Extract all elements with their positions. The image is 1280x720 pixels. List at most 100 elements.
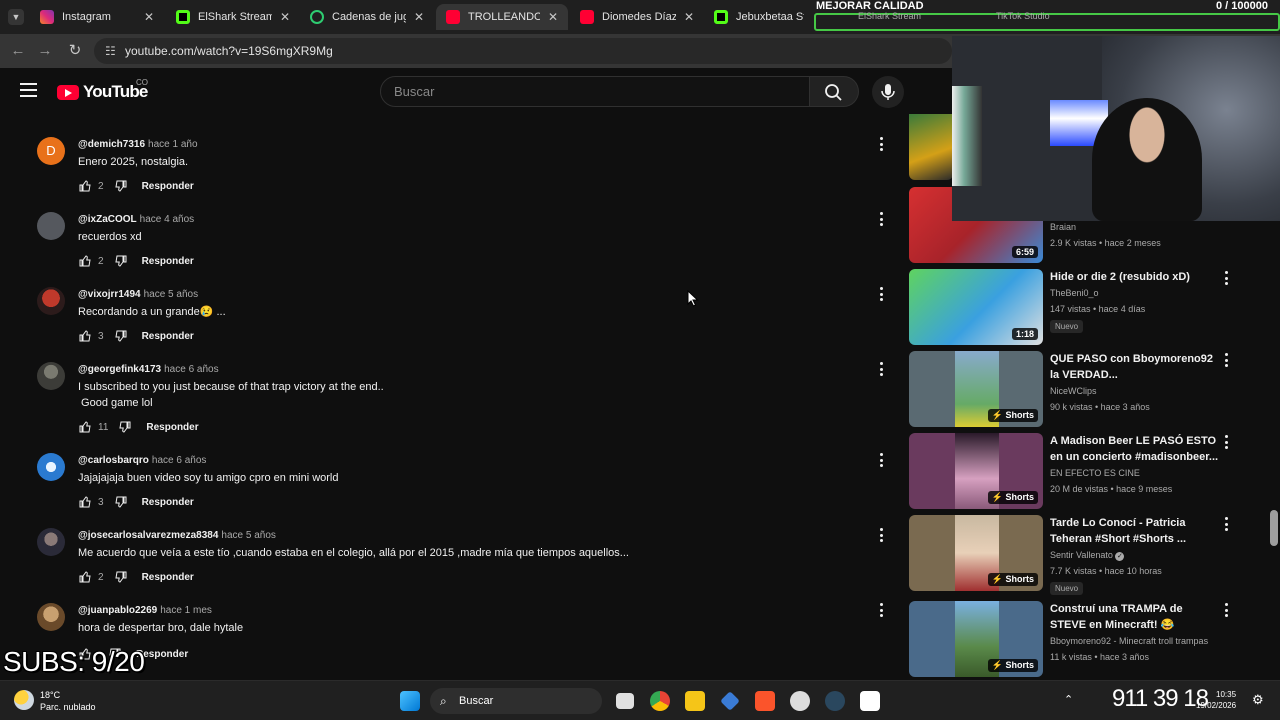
video-title[interactable]: A Madison Beer LE PASÓ ESTO en un concie…: [1050, 433, 1220, 465]
reload-icon[interactable]: ↻: [66, 42, 84, 60]
more-options-icon[interactable]: [1222, 435, 1230, 449]
search-button[interactable]: [810, 76, 859, 107]
more-options-icon[interactable]: [1222, 353, 1230, 367]
page-scrollbar[interactable]: [1270, 510, 1278, 546]
avatar[interactable]: [37, 287, 65, 315]
comment-time[interactable]: hace 5 años: [144, 289, 199, 300]
video-channel[interactable]: NiceWClips: [1050, 386, 1097, 396]
comment-handle[interactable]: @juanpablo2269: [78, 605, 157, 616]
reply-button[interactable]: Responder: [146, 422, 198, 433]
comment-handle[interactable]: @ixZaCOOL: [78, 214, 137, 225]
tab-cadenas[interactable]: Cadenas de jugad ✕: [300, 4, 434, 30]
voice-search-button[interactable]: [872, 76, 904, 108]
video-channel[interactable]: Bboymoreno92 - Minecraft troll trampas: [1050, 636, 1208, 646]
video-thumbnail[interactable]: ⚡ Shorts: [909, 433, 1043, 509]
video-channel[interactable]: TheBeni0_o: [1050, 288, 1099, 298]
reply-button[interactable]: Responder: [142, 256, 194, 267]
more-options-icon[interactable]: [1222, 603, 1230, 617]
reply-button[interactable]: Responder: [142, 331, 194, 342]
video-title[interactable]: Tarde Lo Conocí - Patricia Teheran #Shor…: [1050, 515, 1220, 547]
video-thumbnail[interactable]: ⚡ Shorts: [909, 601, 1043, 677]
chevron-up-icon[interactable]: ⌃: [1064, 693, 1073, 706]
settings-icon[interactable]: ⚙: [1252, 692, 1264, 708]
comment-handle[interactable]: @georgefink4173: [78, 364, 161, 375]
thumbs-up-icon[interactable]: [78, 495, 92, 509]
forward-arrow-icon[interactable]: →: [36, 42, 54, 60]
comment-time[interactable]: hace 6 años: [152, 455, 207, 466]
tab-elshark-stream[interactable]: ElShark Stream - V ✕: [166, 4, 300, 30]
tab-search-dropdown-icon[interactable]: ▼: [8, 9, 24, 25]
menu-icon[interactable]: [20, 83, 37, 97]
video-thumbnail[interactable]: ⚡ Shorts: [909, 515, 1043, 591]
reply-button[interactable]: Responder: [142, 497, 194, 508]
comment-author[interactable]: @carlosbarqro hace 6 años: [78, 455, 206, 466]
thumbs-down-icon[interactable]: [114, 329, 128, 343]
video-title[interactable]: Construí una TRAMPA de STEVE en Minecraf…: [1050, 601, 1220, 633]
comment-author[interactable]: @georgefink4173 hace 6 años: [78, 364, 219, 375]
tab-close-icon[interactable]: ✕: [280, 10, 290, 24]
site-info-icon[interactable]: ☷: [105, 38, 116, 64]
video-thumbnail-partial[interactable]: [909, 114, 953, 180]
tab-close-icon[interactable]: ✕: [684, 10, 694, 24]
comment-handle[interactable]: @demich7316: [78, 139, 145, 150]
related-video[interactable]: ⚡ Shorts A Madison Beer LE PASÓ ESTO en …: [909, 433, 1229, 511]
thumbs-up-icon[interactable]: [78, 179, 92, 193]
taskbar-search[interactable]: ⌕ Buscar: [430, 688, 602, 714]
related-video[interactable]: ⚡ Shorts QUE PASO con Bboymoreno92 la VE…: [909, 351, 1229, 429]
back-arrow-icon[interactable]: ←: [9, 42, 27, 60]
comment-handle[interactable]: @vixojrr1494: [78, 289, 141, 300]
thumbs-down-icon[interactable]: [114, 495, 128, 509]
thumbs-down-icon[interactable]: [114, 570, 128, 584]
tab-jebuxbetaa[interactable]: Jebuxbetaa Strean: [704, 4, 814, 30]
windows-start-icon[interactable]: [400, 691, 420, 711]
more-options-icon[interactable]: [877, 528, 885, 542]
comment-time[interactable]: hace 1 año: [148, 139, 198, 150]
youtube-logo[interactable]: YouTube CO: [57, 78, 148, 101]
obs-icon[interactable]: [790, 691, 810, 711]
steam-icon[interactable]: [825, 691, 845, 711]
chrome-icon[interactable]: [650, 691, 670, 711]
video-channel[interactable]: Sentir Vallenato ✓: [1050, 550, 1125, 561]
channel-name[interactable]: Sentir Vallenato: [1050, 550, 1113, 560]
brave-icon[interactable]: [755, 691, 775, 711]
comment-handle[interactable]: @josecarlosalvarezmeza8384: [78, 530, 218, 541]
comment-time[interactable]: hace 6 años: [164, 364, 219, 375]
video-title[interactable]: QUE PASO con Bboymoreno92 la VERDAD...: [1050, 351, 1220, 383]
more-options-icon[interactable]: [877, 453, 885, 467]
comment-time[interactable]: hace 1 mes: [160, 605, 212, 616]
video-title[interactable]: Hide or die 2 (resubido xD): [1050, 269, 1220, 285]
thumbs-down-icon[interactable]: [114, 179, 128, 193]
avatar[interactable]: [37, 362, 65, 390]
thumbs-up-icon[interactable]: [78, 570, 92, 584]
reply-button[interactable]: Responder: [142, 572, 194, 583]
related-video[interactable]: 1:18 Hide or die 2 (resubido xD) TheBeni…: [909, 269, 1229, 347]
tab-close-icon[interactable]: ✕: [144, 10, 154, 24]
avatar[interactable]: [37, 212, 65, 240]
weather-widget[interactable]: 18°C Parc. nublado: [40, 689, 96, 713]
file-explorer-icon[interactable]: [685, 691, 705, 711]
avatar[interactable]: D: [37, 137, 65, 165]
tab-diomedes[interactable]: Diomedes Díaz - T ✕: [570, 4, 704, 30]
comment-author[interactable]: @juanpablo2269 hace 1 mes: [78, 605, 212, 616]
thumbs-down-icon[interactable]: [118, 420, 132, 434]
related-video[interactable]: ⚡ Shorts Construí una TRAMPA de STEVE en…: [909, 601, 1229, 679]
comment-author[interactable]: @ixZaCOOL hace 4 años: [78, 214, 194, 225]
comment-time[interactable]: hace 5 años: [221, 530, 276, 541]
thumbs-down-icon[interactable]: [114, 254, 128, 268]
tab-trolleando[interactable]: TROLLEANDO AF ✕: [436, 4, 568, 30]
avatar[interactable]: [37, 528, 65, 556]
reply-button[interactable]: Responder: [142, 181, 194, 192]
search-input[interactable]: Buscar: [380, 76, 810, 107]
comment-author[interactable]: @vixojrr1494 hace 5 años: [78, 289, 198, 300]
more-options-icon[interactable]: [877, 603, 885, 617]
video-channel[interactable]: EN EFECTO ES CINE: [1050, 468, 1140, 478]
tab-instagram[interactable]: Instagram ✕: [30, 4, 164, 30]
more-options-icon[interactable]: [1222, 517, 1230, 531]
more-options-icon[interactable]: [877, 137, 885, 151]
video-thumbnail[interactable]: 1:18: [909, 269, 1043, 345]
thumbs-up-icon[interactable]: [78, 329, 92, 343]
task-view-icon[interactable]: [616, 693, 634, 709]
avatar[interactable]: [37, 453, 65, 481]
tab-close-icon[interactable]: ✕: [414, 10, 424, 24]
more-options-icon[interactable]: [877, 287, 885, 301]
